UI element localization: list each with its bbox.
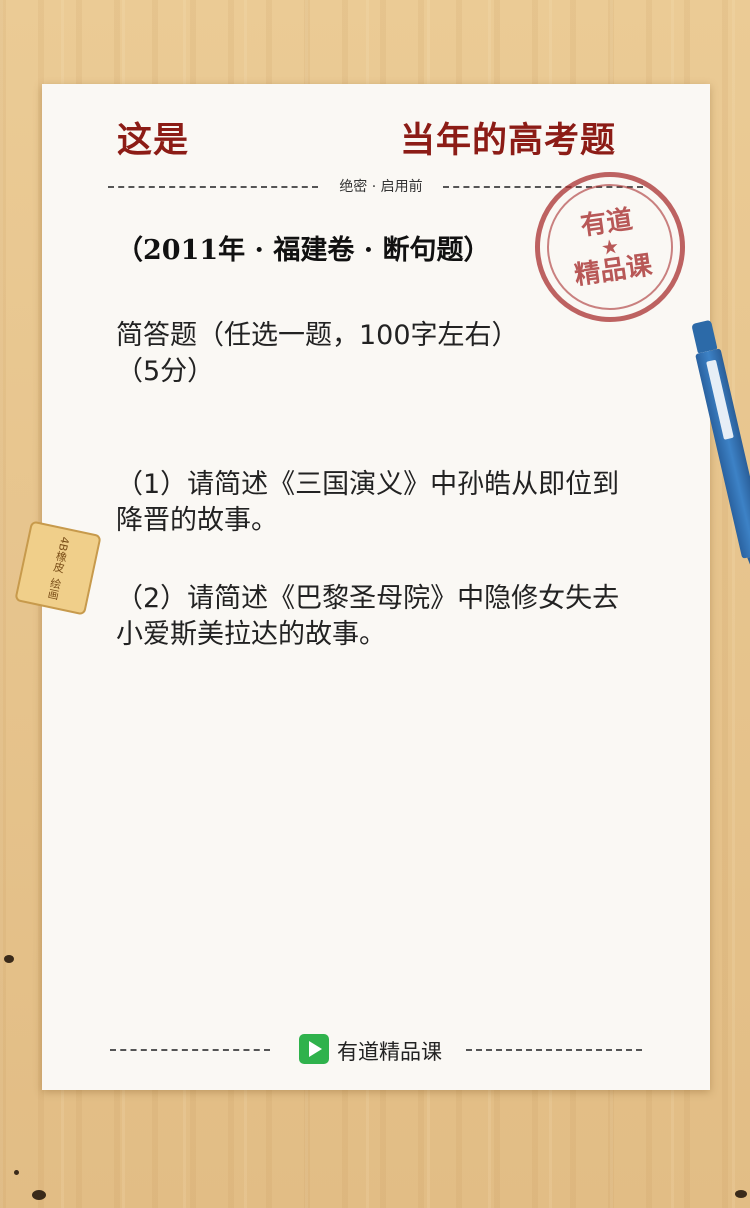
play-logo-icon [299, 1034, 329, 1064]
ink-splatter [735, 1190, 747, 1198]
question-option-1: （1）请简述《三国演义》中孙皓从即位到降晋的故事。 [116, 469, 620, 536]
intro-line2: （5分） [116, 356, 215, 387]
secret-label: 绝密 · 启用前 [339, 179, 423, 195]
footer-divider-right [466, 1049, 642, 1051]
stamp-line2: 精品课 [572, 250, 655, 292]
eraser-label-b: 绘画 [45, 576, 63, 602]
star-icon: ★ [599, 233, 621, 261]
ink-splatter [14, 1170, 19, 1175]
question-intro: 简答题（任选一题，100字左右） （5分） [116, 318, 636, 390]
intro-line1: 简答题（任选一题，100字左右） [116, 320, 519, 351]
ink-splatter [32, 1190, 46, 1200]
question-option-2: （2）请简述《巴黎圣母院》中隐修女失去小爱斯美拉达的故事。 [116, 583, 620, 650]
eraser-label-a: 4B橡皮 [51, 535, 72, 574]
stamp-line1: 有道 [578, 204, 635, 242]
footer-divider-left [110, 1049, 270, 1051]
page-title-right: 当年的高考题 [400, 120, 617, 161]
question-heading: （2011年 · 福建卷 · 断句题） [116, 235, 491, 266]
footer-brand: 有道精品课 [337, 1040, 442, 1064]
divider-left [108, 186, 318, 188]
page-title-left: 这是 [117, 120, 190, 161]
ink-splatter [4, 955, 14, 963]
